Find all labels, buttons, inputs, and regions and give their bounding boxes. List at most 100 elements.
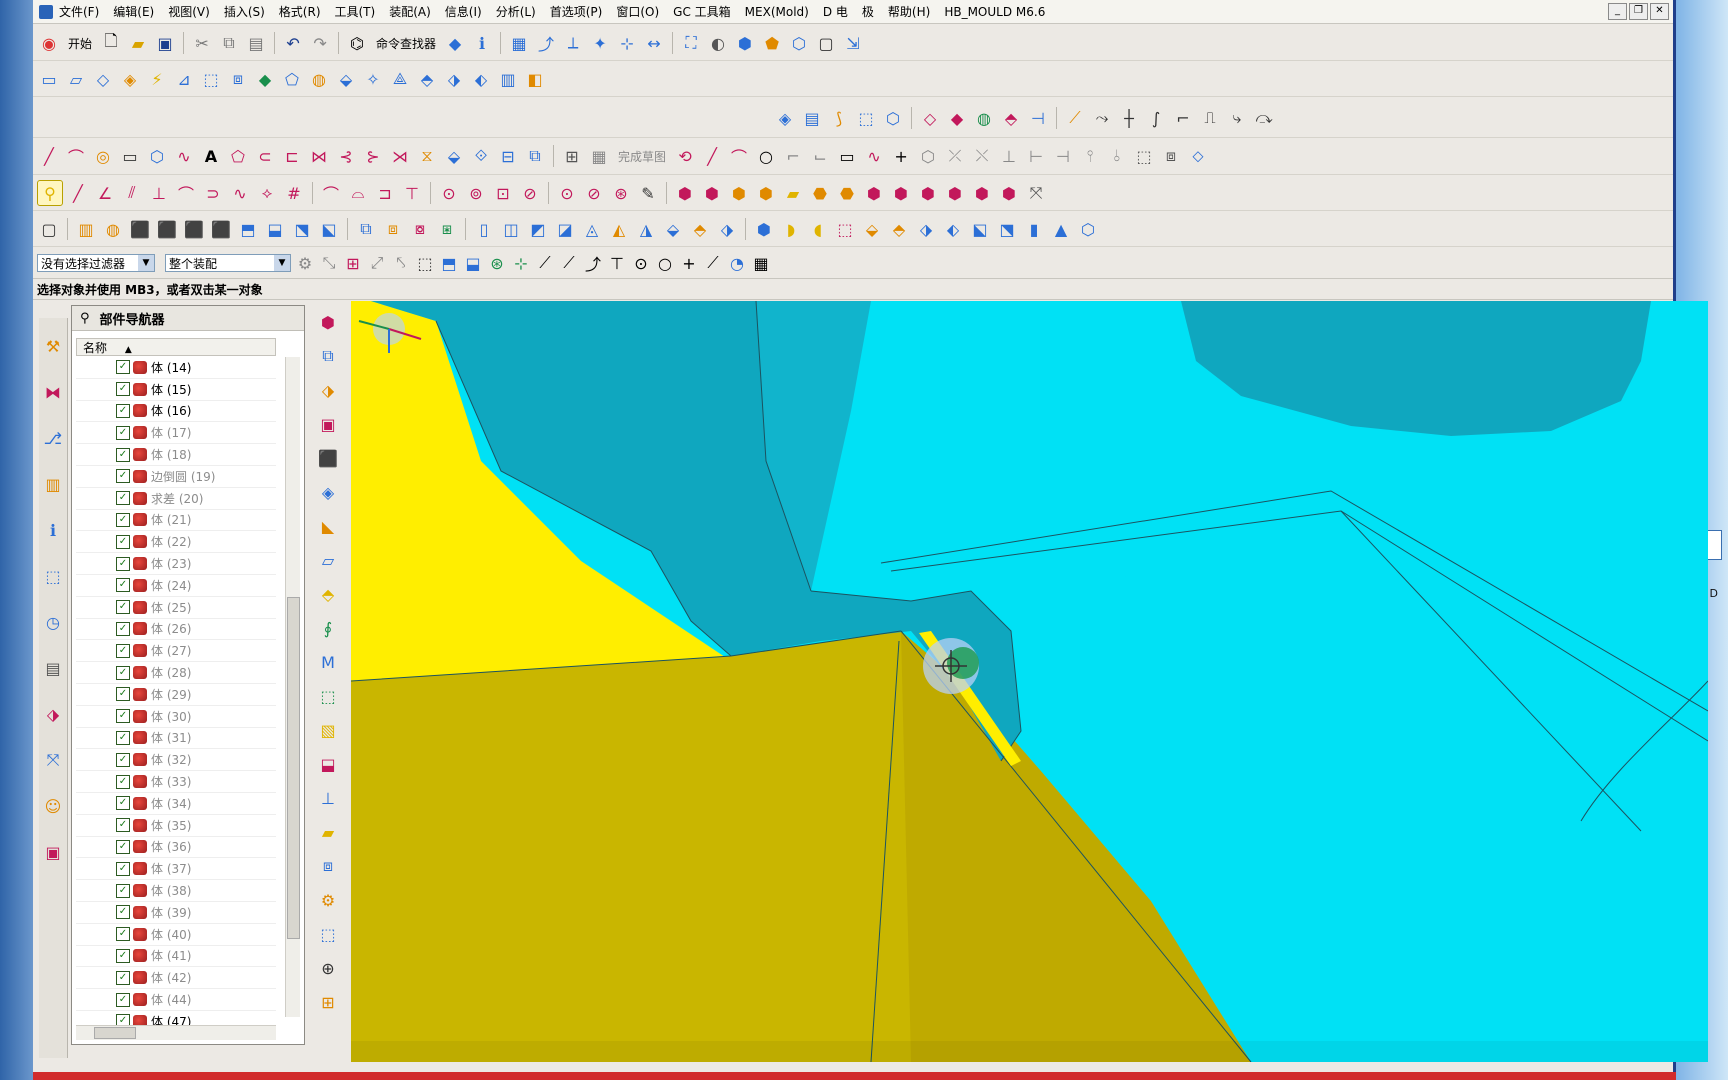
tree-node[interactable]: ✓ 体 (32): [76, 749, 276, 772]
surface-12-icon[interactable]: ⬙: [334, 67, 358, 91]
face-9-icon[interactable]: ⬕: [968, 217, 992, 241]
cut-icon[interactable]: ✂: [190, 31, 214, 55]
vt-replace-icon[interactable]: ◣: [316, 514, 340, 538]
menu-window[interactable]: 窗口(O): [616, 3, 659, 20]
edit-surface-6-icon[interactable]: ◇: [918, 106, 942, 130]
curve-8-icon[interactable]: ⤼: [1252, 106, 1276, 130]
helix-icon[interactable]: ⬠: [226, 144, 250, 168]
polygon-icon[interactable]: ⬡: [145, 144, 169, 168]
extract-curve-icon[interactable]: ⋊: [388, 144, 412, 168]
curve-3-icon[interactable]: ┼: [1117, 106, 1141, 130]
snap-intersection-icon[interactable]: ⤴: [583, 251, 603, 275]
system-scenes-icon[interactable]: ▣: [41, 834, 65, 870]
visibility-checkbox[interactable]: ✓: [116, 774, 130, 789]
edit-curve-icon[interactable]: ⟐: [469, 144, 493, 168]
binoculars-icon[interactable]: ⌬: [345, 31, 369, 55]
edit-surface-5-icon[interactable]: ⬡: [881, 106, 905, 130]
vt-ruler-icon[interactable]: ⊞: [316, 990, 340, 1014]
face-3-icon[interactable]: ◖: [806, 217, 830, 241]
part-navigator-icon[interactable]: ⎇: [41, 420, 65, 456]
tree-node[interactable]: ✓ 体 (14): [76, 357, 276, 379]
vt-split-icon[interactable]: ⬓: [316, 752, 340, 776]
visibility-checkbox[interactable]: ✓: [116, 818, 130, 833]
split-body-icon[interactable]: ▯: [472, 217, 496, 241]
block-icon[interactable]: ⬛: [128, 217, 152, 241]
vt-spring-icon[interactable]: ∮: [316, 616, 340, 640]
face-6-icon[interactable]: ⬘: [887, 217, 911, 241]
visibility-checkbox[interactable]: ✓: [116, 447, 130, 462]
sketch-rectangle-icon[interactable]: ▭: [835, 144, 859, 168]
feature-13-icon[interactable]: ⬢: [997, 181, 1021, 205]
snap-on-face-icon[interactable]: ◔: [727, 251, 747, 275]
visibility-checkbox[interactable]: ✓: [116, 621, 130, 636]
tree-node[interactable]: ✓ 体 (22): [76, 531, 276, 554]
circle-edit-6-icon[interactable]: ⊘: [582, 181, 606, 205]
graphics-viewport[interactable]: [351, 301, 1708, 1062]
pocket-icon[interactable]: ⬔: [290, 217, 314, 241]
tree-node[interactable]: ✓ 体 (23): [76, 553, 276, 575]
menu-hb-mould[interactable]: HB_MOULD M6.6: [944, 5, 1045, 19]
vt-box-icon[interactable]: ⬛: [316, 446, 340, 470]
sketch-circle-icon[interactable]: ○: [754, 144, 778, 168]
curve-4-icon[interactable]: ∫: [1144, 106, 1168, 130]
offset-curve-icon[interactable]: ⊂: [253, 144, 277, 168]
edit-surface-1-icon[interactable]: ◈: [773, 106, 797, 130]
visibility-checkbox[interactable]: ✓: [116, 512, 130, 527]
distance-icon[interactable]: ↔: [642, 31, 666, 55]
vt-measure-icon[interactable]: ⊥: [316, 786, 340, 810]
visibility-checkbox[interactable]: ✓: [116, 883, 130, 898]
tree-node[interactable]: ✓ 体 (31): [76, 728, 276, 750]
history-icon[interactable]: ⬚: [41, 558, 65, 594]
curve-5-icon[interactable]: ⌐: [1171, 106, 1195, 130]
feature-1-icon[interactable]: ⬢: [673, 181, 697, 205]
edit-surface-2-icon[interactable]: ▤: [800, 106, 824, 130]
select-tool-6-icon[interactable]: ⬓: [463, 251, 483, 275]
visibility-checkbox[interactable]: ✓: [116, 556, 130, 571]
tree-node[interactable]: ✓ 体 (38): [76, 880, 276, 902]
face-1-icon[interactable]: ⬢: [752, 217, 776, 241]
snap-on-curve-icon[interactable]: ⟋: [703, 251, 723, 275]
tree-node[interactable]: ✓ 体 (26): [76, 619, 276, 641]
feature-14-icon[interactable]: ⤧: [1024, 181, 1048, 205]
thicken-icon[interactable]: ⬙: [661, 217, 685, 241]
face-7-icon[interactable]: ⬗: [914, 217, 938, 241]
visibility-checkbox[interactable]: ✓: [116, 425, 130, 440]
surface-19-icon[interactable]: ◧: [523, 67, 547, 91]
start-icon[interactable]: ◉: [37, 31, 61, 55]
web-browser-icon[interactable]: ℹ: [41, 512, 65, 548]
surface-6-icon[interactable]: ⊿: [172, 67, 196, 91]
tree-node[interactable]: ✓ 体 (35): [76, 815, 276, 837]
roles-icon[interactable]: ☺: [41, 788, 65, 824]
paste-icon[interactable]: ▤: [244, 31, 268, 55]
visibility-checkbox[interactable]: ✓: [116, 534, 130, 549]
face-11-icon[interactable]: ▮: [1022, 217, 1046, 241]
feature-5-icon[interactable]: ▰: [781, 181, 805, 205]
offset-face-icon[interactable]: ◭: [607, 217, 631, 241]
surface-4-icon[interactable]: ◈: [118, 67, 142, 91]
visibility-checkbox[interactable]: ✓: [116, 796, 130, 811]
tree-node[interactable]: ✓ 体 (34): [76, 793, 276, 815]
tangent-arc-icon[interactable]: ⊃: [201, 181, 225, 205]
patch-icon[interactable]: ⬗: [715, 217, 739, 241]
sketch-polygon-icon[interactable]: ⬡: [916, 144, 940, 168]
system-materials-icon[interactable]: ▤: [41, 650, 65, 686]
scale-icon[interactable]: ◮: [634, 217, 658, 241]
menu-mex-mold[interactable]: MEX(Mold): [745, 5, 809, 19]
edit-surface-7-icon[interactable]: ◆: [945, 106, 969, 130]
tree-node[interactable]: ✓ 体 (25): [76, 597, 276, 619]
tree-node[interactable]: ✓ 体 (40): [76, 924, 276, 946]
surface-16-icon[interactable]: ⬗: [442, 67, 466, 91]
menu-gc-toolbox[interactable]: GC 工具箱: [673, 3, 731, 20]
menu-analysis[interactable]: 分析(L): [496, 3, 536, 20]
arc-edit-3-icon[interactable]: ⊐: [373, 181, 397, 205]
tree-node[interactable]: ✓ 体 (28): [76, 662, 276, 684]
render-style-icon[interactable]: ◐: [706, 31, 730, 55]
project-curve-icon[interactable]: ⊏: [280, 144, 304, 168]
tree-node[interactable]: ✓ 体 (41): [76, 946, 276, 968]
pad-icon[interactable]: ⬕: [317, 217, 341, 241]
menu-pole[interactable]: 极: [862, 3, 874, 20]
surface-15-icon[interactable]: ⬘: [415, 67, 439, 91]
circle-edit-7-icon[interactable]: ⊛: [609, 181, 633, 205]
bridge-curve-icon[interactable]: ⊰: [334, 144, 358, 168]
redo-icon[interactable]: ↷: [308, 31, 332, 55]
